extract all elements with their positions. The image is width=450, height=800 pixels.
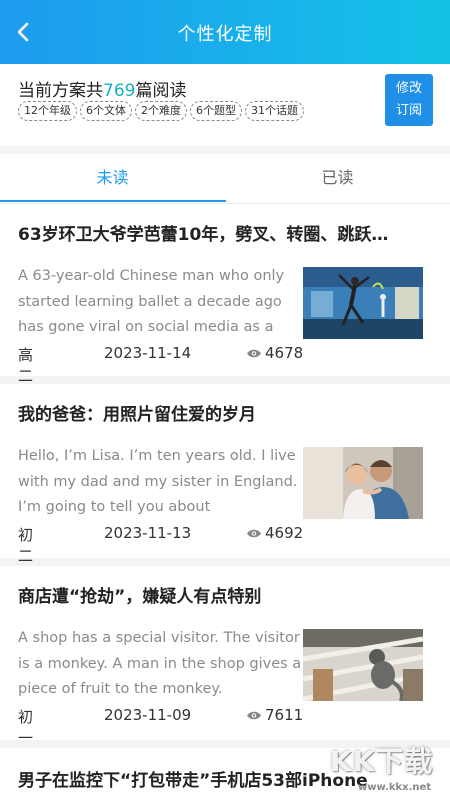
tab-read[interactable]: 已读 bbox=[225, 164, 450, 188]
view-count: 7611 bbox=[265, 706, 304, 724]
article-card[interactable]: 商店遭“抢劫”，嫌疑人有点特别 A shop has a special vis… bbox=[0, 566, 450, 748]
modify-subscription-button[interactable]: 修改 订阅 bbox=[385, 74, 433, 126]
article-excerpt: Hello, I’m Lisa. I’m ten years old. I li… bbox=[18, 448, 298, 515]
tag-difficulty: 2个难度 bbox=[135, 101, 187, 121]
article-title: 男子在监控下“打包带走”手机店53部iPhone bbox=[18, 771, 368, 791]
eye-icon bbox=[247, 711, 261, 719]
summary-prefix: 当前方案共 bbox=[18, 81, 103, 101]
modify-line2: 订阅 bbox=[395, 103, 422, 118]
eye-icon bbox=[247, 529, 261, 537]
modify-line1: 修改 bbox=[395, 81, 422, 96]
summary-suffix: 篇阅读 bbox=[135, 81, 187, 101]
read-status-tabs: 未读 已读 bbox=[0, 154, 450, 204]
article-views: 4678 bbox=[246, 344, 303, 362]
eye-icon bbox=[247, 349, 261, 357]
tab-unread[interactable]: 未读 bbox=[0, 164, 225, 188]
article-card[interactable]: 我的爸爸：用照片留住爱的岁月 Hello, I’m Lisa. I’m ten … bbox=[0, 384, 450, 566]
article-title: 63岁环卫大爷学芭蕾10年，劈叉、转圈、跳跃… bbox=[18, 225, 389, 245]
article-thumbnail-monkey bbox=[303, 629, 423, 701]
article-date: 2023-11-14 bbox=[104, 344, 192, 362]
article-views: 4692 bbox=[246, 524, 303, 542]
article-date: 2023-11-09 bbox=[104, 706, 192, 724]
article-title: 我的爸爸：用照片留住爱的岁月 bbox=[18, 405, 256, 425]
active-tab-indicator bbox=[0, 200, 226, 202]
tag-question-type: 6个题型 bbox=[190, 101, 242, 121]
article-excerpt: A 63-year-old Chinese man who only start… bbox=[18, 268, 285, 335]
page-title: 个性化定制 bbox=[177, 24, 273, 45]
article-title: 商店遭“抢劫”，嫌疑人有点特别 bbox=[18, 587, 262, 607]
article-views: 7611 bbox=[246, 706, 303, 724]
article-grade: 初二 bbox=[18, 526, 34, 565]
view-count: 4678 bbox=[265, 344, 304, 362]
section-divider bbox=[0, 146, 450, 154]
article-thumbnail-ballet bbox=[303, 267, 423, 339]
article-grade: 初一 bbox=[18, 708, 34, 747]
tag-genre: 6个文体 bbox=[80, 101, 132, 121]
article-excerpt: A shop has a special visitor. The visito… bbox=[18, 630, 302, 697]
article-thumbnail-father-daughter bbox=[303, 447, 423, 519]
plan-summary-text: 当前方案共769篇阅读 bbox=[18, 76, 186, 101]
article-date: 2023-11-13 bbox=[104, 524, 192, 542]
plan-tags: 12个年级 6个文体 2个难度 6个题型 31个话题 bbox=[18, 101, 304, 121]
tag-grade: 12个年级 bbox=[18, 101, 77, 121]
article-grade: 高二 bbox=[18, 346, 34, 385]
article-card[interactable]: 男子在监控下“打包带走”手机店53部iPhone bbox=[0, 748, 450, 800]
plan-summary-panel: 当前方案共769篇阅读 12个年级 6个文体 2个难度 6个题型 31个话题 修… bbox=[0, 64, 450, 146]
app-header: 个性化定制 bbox=[0, 0, 450, 64]
article-card[interactable]: 63岁环卫大爷学芭蕾10年，劈叉、转圈、跳跃… A 63-year-old Ch… bbox=[0, 204, 450, 385]
article-count: 769 bbox=[103, 81, 136, 101]
view-count: 4692 bbox=[265, 524, 304, 542]
tag-topic: 31个话题 bbox=[245, 101, 304, 121]
